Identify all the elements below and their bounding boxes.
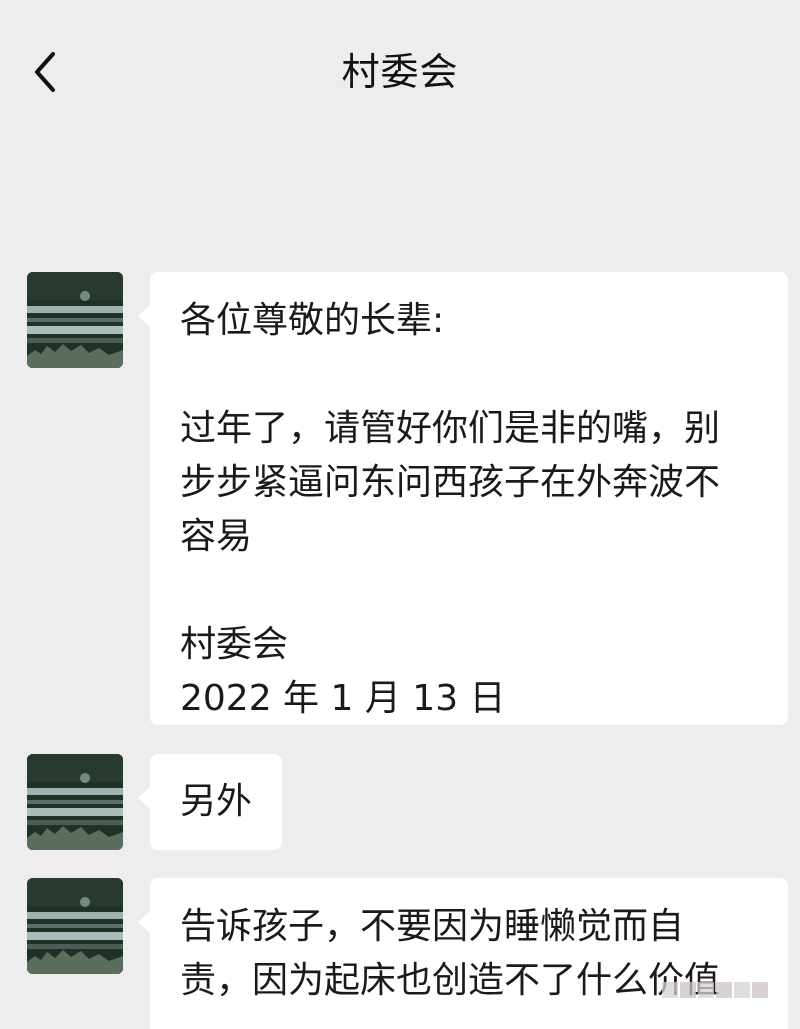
- message-line: 容易: [180, 516, 253, 557]
- chat-title: 村委会: [341, 50, 459, 94]
- sender-avatar[interactable]: [27, 878, 123, 974]
- message-bubble[interactable]: 另外: [137, 754, 283, 850]
- watermark-icon: [662, 974, 782, 1012]
- landscape-avatar-icon: [27, 878, 123, 974]
- landscape-avatar-icon: [27, 272, 123, 368]
- message-line: 步步紧逼问东问西孩子在外奔波不: [180, 462, 721, 503]
- message-line: 另外: [180, 781, 253, 822]
- landscape-avatar-icon: [27, 754, 123, 850]
- message-line: 2022 年 1 月 13 日: [180, 678, 506, 719]
- message-line: 过年了，请管好你们是非的嘴，别: [180, 408, 721, 449]
- message-bubble[interactable]: 各位尊敬的长辈: 过年了，请管好你们是非的嘴，别 步步紧逼问东问西孩子在外奔波不…: [138, 272, 788, 725]
- message-line: 告诉孩子，不要因为睡懒觉而自: [180, 906, 685, 947]
- sender-avatar[interactable]: [27, 272, 123, 368]
- sender-avatar[interactable]: [27, 754, 123, 850]
- message-line: 村委会: [180, 624, 289, 665]
- message-line: 各位尊敬的长辈:: [180, 300, 445, 341]
- chat-screen: 村委会 各位尊敬的长辈: 过年了，请管好你们是非的嘴，别 步步紧逼问东问西孩子在…: [0, 0, 800, 1029]
